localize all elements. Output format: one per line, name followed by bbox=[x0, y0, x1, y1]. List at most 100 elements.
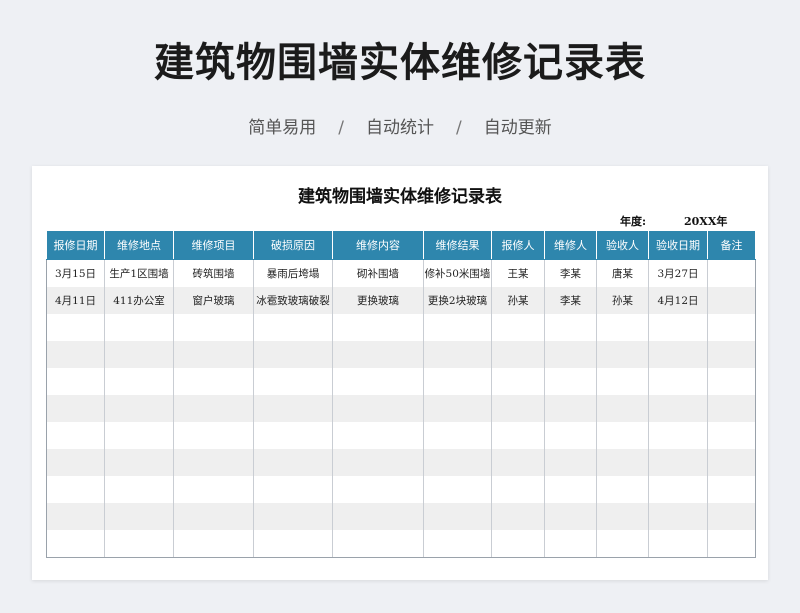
table-cell[interactable] bbox=[707, 422, 756, 449]
table-cell[interactable] bbox=[707, 530, 756, 558]
table-cell[interactable] bbox=[596, 476, 649, 503]
table-cell[interactable] bbox=[332, 530, 424, 558]
table-cell[interactable] bbox=[173, 422, 254, 449]
table-cell[interactable] bbox=[596, 395, 649, 422]
table-cell[interactable] bbox=[544, 368, 597, 395]
table-cell[interactable] bbox=[104, 476, 174, 503]
table-cell[interactable] bbox=[707, 341, 756, 368]
table-cell[interactable] bbox=[423, 341, 492, 368]
table-cell[interactable] bbox=[648, 314, 708, 341]
table-cell[interactable] bbox=[544, 449, 597, 476]
table-cell[interactable] bbox=[491, 368, 545, 395]
table-cell[interactable] bbox=[173, 314, 254, 341]
table-cell[interactable] bbox=[423, 503, 492, 530]
table-cell[interactable] bbox=[648, 422, 708, 449]
table-cell[interactable] bbox=[707, 476, 756, 503]
table-cell[interactable] bbox=[491, 395, 545, 422]
table-cell[interactable] bbox=[104, 341, 174, 368]
table-cell[interactable] bbox=[707, 314, 756, 341]
table-cell[interactable] bbox=[173, 530, 254, 558]
table-cell[interactable]: 砌补围墙 bbox=[332, 259, 424, 287]
table-cell[interactable] bbox=[648, 530, 708, 558]
table-cell[interactable] bbox=[46, 368, 105, 395]
table-cell[interactable]: 3月15日 bbox=[46, 259, 105, 287]
table-cell[interactable] bbox=[46, 341, 105, 368]
table-cell[interactable]: 修补50米围墙 bbox=[423, 259, 492, 287]
table-cell[interactable] bbox=[423, 476, 492, 503]
table-cell[interactable] bbox=[253, 476, 333, 503]
table-cell[interactable] bbox=[253, 368, 333, 395]
table-cell[interactable]: 3月27日 bbox=[648, 259, 708, 287]
table-cell[interactable] bbox=[332, 449, 424, 476]
table-cell[interactable] bbox=[173, 395, 254, 422]
table-cell[interactable] bbox=[46, 449, 105, 476]
table-cell[interactable] bbox=[253, 449, 333, 476]
table-cell[interactable] bbox=[104, 368, 174, 395]
table-cell[interactable]: 砖筑围墙 bbox=[173, 259, 254, 287]
table-cell[interactable]: 暴雨后垮塌 bbox=[253, 259, 333, 287]
table-cell[interactable] bbox=[253, 341, 333, 368]
table-cell[interactable] bbox=[46, 395, 105, 422]
table-cell[interactable] bbox=[707, 287, 756, 314]
table-cell[interactable] bbox=[648, 476, 708, 503]
table-cell[interactable] bbox=[491, 422, 545, 449]
table-cell[interactable] bbox=[544, 314, 597, 341]
table-cell[interactable] bbox=[544, 530, 597, 558]
table-cell[interactable] bbox=[46, 422, 105, 449]
table-cell[interactable] bbox=[173, 503, 254, 530]
table-cell[interactable] bbox=[173, 368, 254, 395]
table-cell[interactable] bbox=[332, 503, 424, 530]
table-cell[interactable] bbox=[648, 368, 708, 395]
table-cell[interactable] bbox=[46, 503, 105, 530]
table-cell[interactable]: 唐某 bbox=[596, 259, 649, 287]
table-cell[interactable] bbox=[648, 503, 708, 530]
table-cell[interactable] bbox=[596, 368, 649, 395]
table-cell[interactable] bbox=[648, 449, 708, 476]
table-cell[interactable] bbox=[491, 476, 545, 503]
table-cell[interactable] bbox=[423, 449, 492, 476]
table-cell[interactable] bbox=[707, 503, 756, 530]
table-cell[interactable] bbox=[491, 341, 545, 368]
table-cell[interactable] bbox=[173, 449, 254, 476]
table-cell[interactable] bbox=[332, 476, 424, 503]
table-cell[interactable] bbox=[544, 341, 597, 368]
table-cell[interactable] bbox=[423, 314, 492, 341]
table-cell[interactable] bbox=[332, 395, 424, 422]
table-cell[interactable] bbox=[596, 530, 649, 558]
table-cell[interactable] bbox=[253, 422, 333, 449]
table-cell[interactable] bbox=[596, 422, 649, 449]
table-cell[interactable] bbox=[544, 476, 597, 503]
table-cell[interactable] bbox=[491, 503, 545, 530]
table-cell[interactable] bbox=[423, 368, 492, 395]
table-cell[interactable] bbox=[596, 449, 649, 476]
table-cell[interactable] bbox=[173, 476, 254, 503]
table-cell[interactable] bbox=[544, 422, 597, 449]
table-cell[interactable] bbox=[491, 314, 545, 341]
table-cell[interactable] bbox=[707, 395, 756, 422]
table-cell[interactable] bbox=[596, 314, 649, 341]
table-cell[interactable] bbox=[253, 314, 333, 341]
table-cell[interactable] bbox=[104, 314, 174, 341]
table-cell[interactable] bbox=[544, 395, 597, 422]
table-cell[interactable] bbox=[423, 530, 492, 558]
table-cell[interactable]: 4月12日 bbox=[648, 287, 708, 314]
table-cell[interactable] bbox=[491, 449, 545, 476]
table-cell[interactable] bbox=[596, 341, 649, 368]
table-cell[interactable] bbox=[46, 314, 105, 341]
table-cell[interactable] bbox=[648, 395, 708, 422]
table-cell[interactable] bbox=[332, 368, 424, 395]
table-cell[interactable] bbox=[332, 341, 424, 368]
table-cell[interactable]: 李某 bbox=[544, 259, 597, 287]
table-cell[interactable] bbox=[707, 259, 756, 287]
table-cell[interactable]: 李某 bbox=[544, 287, 597, 314]
table-cell[interactable] bbox=[173, 341, 254, 368]
table-cell[interactable]: 411办公室 bbox=[104, 287, 174, 314]
table-cell[interactable] bbox=[648, 341, 708, 368]
table-cell[interactable] bbox=[707, 368, 756, 395]
table-cell[interactable]: 更换玻璃 bbox=[332, 287, 424, 314]
table-cell[interactable]: 孙某 bbox=[491, 287, 545, 314]
table-cell[interactable]: 冰雹致玻璃破裂 bbox=[253, 287, 333, 314]
table-cell[interactable] bbox=[104, 422, 174, 449]
table-cell[interactable] bbox=[707, 449, 756, 476]
table-cell[interactable] bbox=[253, 503, 333, 530]
